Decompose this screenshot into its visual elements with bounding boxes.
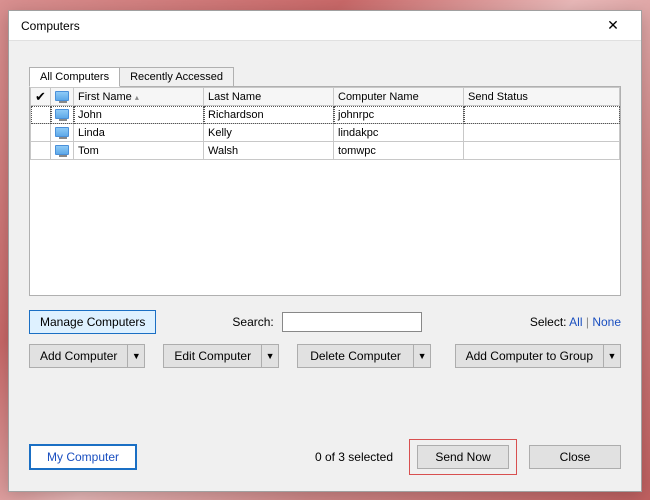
cell-computer-name: lindakpc <box>334 124 464 142</box>
column-last-name[interactable]: Last Name <box>204 88 334 106</box>
edit-computer-button[interactable]: Edit Computer <box>163 344 261 368</box>
edit-computer-split: Edit Computer ▼ <box>163 344 279 368</box>
monitor-icon <box>55 145 69 155</box>
delete-computer-dropdown[interactable]: ▼ <box>413 344 431 368</box>
column-check[interactable]: ✔ <box>31 88 51 106</box>
delete-computer-button[interactable]: Delete Computer <box>297 344 413 368</box>
footer-row: My Computer 0 of 3 selected Send Now Clo… <box>29 417 621 475</box>
sort-asc-icon: ▴ <box>135 93 139 102</box>
checkmark-icon: ✔ <box>35 89 46 104</box>
cell-send-status <box>464 106 620 124</box>
computers-dialog: Computers ✕ All Computers Recently Acces… <box>8 10 642 492</box>
monitor-icon <box>55 127 69 137</box>
select-none-link[interactable]: None <box>592 315 621 329</box>
computers-table: ✔ First Name ▴ Last Name Computer Name S… <box>30 87 620 160</box>
row-check[interactable] <box>31 142 51 160</box>
action-buttons-row: Add Computer ▼ Edit Computer ▼ Delete Co… <box>29 344 621 368</box>
selection-status: 0 of 3 selected <box>315 450 393 464</box>
column-computer-name[interactable]: Computer Name <box>334 88 464 106</box>
cell-send-status <box>464 124 620 142</box>
cell-first-name: Linda <box>74 124 204 142</box>
tabstrip: All Computers Recently Accessed <box>29 67 621 87</box>
row-check[interactable] <box>31 124 51 142</box>
table-row[interactable]: Linda Kelly lindakpc <box>31 124 620 142</box>
cell-send-status <box>464 142 620 160</box>
manage-computers-button[interactable]: Manage Computers <box>29 310 156 334</box>
dialog-body: All Computers Recently Accessed ✔ First … <box>9 41 641 491</box>
select-all-link[interactable]: All <box>569 315 582 329</box>
add-computer-button[interactable]: Add Computer <box>29 344 127 368</box>
add-computer-split: Add Computer ▼ <box>29 344 145 368</box>
column-icon[interactable] <box>51 88 74 106</box>
monitor-icon <box>55 91 69 101</box>
row-icon <box>51 106 74 124</box>
computers-table-panel: ✔ First Name ▴ Last Name Computer Name S… <box>29 86 621 296</box>
monitor-icon <box>55 109 69 119</box>
cell-computer-name: johnrpc <box>334 106 464 124</box>
send-now-button[interactable]: Send Now <box>417 445 509 469</box>
add-to-group-split: Add Computer to Group ▼ <box>455 344 621 368</box>
column-first-name[interactable]: First Name ▴ <box>74 88 204 106</box>
cell-first-name: John <box>74 106 204 124</box>
select-controls: Select: All | None <box>530 315 621 329</box>
delete-computer-split: Delete Computer ▼ <box>297 344 431 368</box>
table-row[interactable]: John Richardson johnrpc <box>31 106 620 124</box>
cell-first-name: Tom <box>74 142 204 160</box>
search-select-row: Manage Computers Search: Select: All | N… <box>29 310 621 334</box>
close-button[interactable]: Close <box>529 445 621 469</box>
row-icon <box>51 124 74 142</box>
add-to-group-button[interactable]: Add Computer to Group <box>455 344 603 368</box>
window-title: Computers <box>21 19 593 33</box>
cell-computer-name: tomwpc <box>334 142 464 160</box>
search-input[interactable] <box>282 312 422 332</box>
tab-recently-accessed[interactable]: Recently Accessed <box>119 67 234 87</box>
tab-all-computers[interactable]: All Computers <box>29 67 120 87</box>
cell-last-name: Kelly <box>204 124 334 142</box>
search-label: Search: <box>232 315 273 329</box>
add-to-group-dropdown[interactable]: ▼ <box>603 344 621 368</box>
titlebar: Computers ✕ <box>9 11 641 41</box>
add-computer-dropdown[interactable]: ▼ <box>127 344 145 368</box>
cell-last-name: Walsh <box>204 142 334 160</box>
send-now-highlight: Send Now <box>409 439 517 475</box>
row-icon <box>51 142 74 160</box>
edit-computer-dropdown[interactable]: ▼ <box>261 344 279 368</box>
my-computer-button[interactable]: My Computer <box>29 444 137 470</box>
cell-last-name: Richardson <box>204 106 334 124</box>
table-row[interactable]: Tom Walsh tomwpc <box>31 142 620 160</box>
close-icon[interactable]: ✕ <box>593 12 633 40</box>
column-send-status[interactable]: Send Status <box>464 88 620 106</box>
row-check[interactable] <box>31 106 51 124</box>
